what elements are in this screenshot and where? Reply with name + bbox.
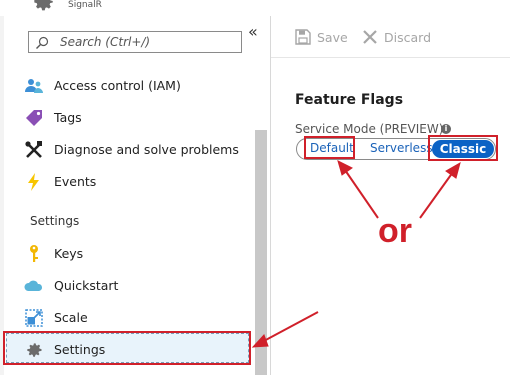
option-serverless[interactable]: Serverless bbox=[370, 141, 433, 155]
sidebar-item-keys[interactable]: Keys bbox=[24, 240, 249, 268]
sidebar-item-label: Access control (IAM) bbox=[54, 78, 181, 93]
save-label: Save bbox=[317, 30, 348, 45]
sidebar-edge bbox=[0, 16, 4, 375]
page-title: Feature Flags bbox=[295, 92, 404, 108]
section-header-settings: Settings bbox=[30, 214, 80, 228]
sidebar-item-quickstart[interactable]: Quickstart bbox=[24, 272, 249, 300]
highlight-box-default bbox=[304, 136, 355, 159]
highlight-box-classic bbox=[428, 135, 498, 161]
sidebar-item-label: Keys bbox=[54, 246, 84, 261]
sidebar-scrollbar[interactable] bbox=[255, 130, 267, 375]
sidebar-item-diagnose[interactable]: Diagnose and solve problems bbox=[24, 136, 249, 164]
arrow-head-classic bbox=[445, 161, 461, 179]
collapse-sidebar-button[interactable]: « bbox=[248, 24, 258, 40]
close-icon bbox=[363, 30, 377, 44]
sidebar-item-label: Events bbox=[54, 174, 97, 189]
sidebar-item-label: Scale bbox=[54, 310, 88, 325]
sidebar-item-label: Quickstart bbox=[54, 278, 119, 293]
gear-icon bbox=[34, 0, 53, 11]
sidebar-item-events[interactable]: Events bbox=[24, 168, 249, 196]
tag-icon bbox=[26, 110, 42, 126]
save-icon bbox=[295, 29, 311, 45]
sidebar-item-label: Diagnose and solve problems bbox=[54, 142, 239, 157]
people-icon bbox=[25, 79, 43, 93]
search-placeholder: Search (Ctrl+/) bbox=[60, 35, 151, 49]
lightning-icon bbox=[28, 173, 39, 191]
search-input[interactable]: Search (Ctrl+/) bbox=[28, 31, 242, 53]
annotation-or: or bbox=[378, 212, 412, 250]
arrow-to-default bbox=[344, 169, 379, 219]
key-icon bbox=[30, 245, 38, 262]
sidebar-item-access-control[interactable]: Access control (IAM) bbox=[24, 72, 249, 100]
info-icon[interactable]: i bbox=[441, 124, 451, 134]
sidebar-item-scale[interactable]: Scale bbox=[24, 304, 249, 332]
sidebar-item-label: Tags bbox=[54, 110, 82, 125]
sidebar-divider bbox=[270, 16, 271, 375]
scale-icon bbox=[25, 309, 43, 327]
wrench-icon bbox=[25, 141, 42, 158]
app-subtitle: SignalR bbox=[68, 0, 102, 10]
arrow-to-classic bbox=[419, 171, 454, 219]
app-header: SignalR bbox=[0, 0, 510, 16]
arrow-head-default bbox=[337, 160, 353, 176]
search-icon bbox=[36, 36, 49, 49]
sidebar-item-tags[interactable]: Tags bbox=[24, 104, 249, 132]
cloud-icon bbox=[24, 280, 43, 291]
highlight-box-settings bbox=[3, 331, 251, 365]
service-mode-label: Service Mode (PREVIEW) bbox=[295, 122, 444, 136]
discard-label: Discard bbox=[384, 30, 431, 45]
toolbar-divider bbox=[271, 57, 510, 58]
